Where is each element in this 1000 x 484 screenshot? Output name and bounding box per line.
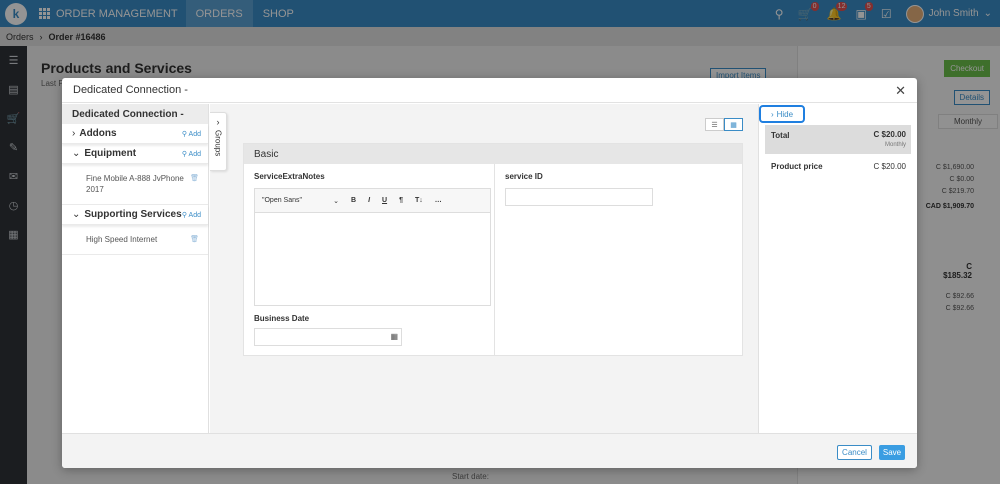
italic-icon[interactable]: I [368,197,370,204]
bold-icon[interactable]: B [351,197,356,204]
item-label: High Speed Internet [86,235,158,244]
cancel-button[interactable]: Cancel [837,445,872,460]
notes-label: ServiceExtraNotes [254,172,325,181]
group-label: Supporting Services [84,209,182,220]
right-column: service ID [495,164,743,355]
trash-icon[interactable]: 🗑 [190,173,199,184]
total-period: Monthly [884,142,906,148]
total-row: Total C $20.00 Monthly [765,125,911,154]
business-date-label: Business Date [254,314,310,323]
service-id-input[interactable] [505,188,653,206]
section-title: Basic [244,144,742,164]
chevron-down-icon: ⌄ [72,209,81,220]
total-label: Total [771,131,790,140]
view-toggle: ☰ ▦ [705,118,743,131]
item-label: Fine Mobile A-888 JvPhone 2017 [86,174,184,194]
groups-panel: Dedicated Connection - › Addons ⚲ Add ⌄ … [62,104,209,433]
font-size-icon[interactable]: ¶ [399,197,403,204]
list-item[interactable]: Fine Mobile A-888 JvPhone 2017 🗑 [62,164,208,195]
service-id-label: service ID [505,172,543,181]
product-price-label: Product price [771,162,823,171]
groups-panel-title: Dedicated Connection - [62,104,208,124]
add-addon-button[interactable]: ⚲ Add [182,130,201,138]
save-button[interactable]: Save [879,445,905,460]
business-date-input[interactable]: ▦ [254,328,402,346]
hide-summary-button[interactable]: › Hide [759,105,805,123]
chevron-down-icon: ⌄ [333,197,339,205]
list-item[interactable]: High Speed Internet 🗑 [62,225,208,245]
chevron-right-icon: › [216,117,220,127]
more-icon[interactable]: … [435,197,442,204]
add-label: Add [188,130,201,138]
grid-view-icon[interactable]: ▦ [724,118,743,131]
groups-toggle-tab[interactable]: › Groups [210,112,227,171]
trash-icon[interactable]: 🗑 [190,234,199,245]
modal-header: Dedicated Connection - ✕ [62,78,917,103]
price-summary-panel: › Hide Total C $20.00 Monthly Product pr… [758,104,917,433]
hide-label: Hide [776,109,794,119]
add-equipment-button[interactable]: ⚲ Add [182,150,201,158]
group-supporting-services[interactable]: ⌄ Supporting Services ⚲ Add [62,205,208,225]
chevron-right-icon: › [72,128,76,139]
notes-editor[interactable]: "Open Sans" ⌄ B I U ¶ T↓ … [254,188,491,306]
add-label: Add [188,211,201,219]
group-equipment[interactable]: ⌄ Equipment ⚲ Add [62,144,208,164]
font-family-value: "Open Sans" [262,196,302,204]
product-price-value: C $20.00 [873,162,906,171]
font-family-select[interactable]: "Open Sans" ⌄ [262,197,339,205]
form-area: ☰ ▦ Basic ServiceExtraNotes "Open Sans" … [210,104,758,433]
groups-tab-label: Groups [213,130,223,157]
left-column: ServiceExtraNotes "Open Sans" ⌄ B I U ¶ … [244,164,495,355]
group-label: Equipment [84,148,137,159]
group-label: Addons [79,128,117,139]
close-icon[interactable]: ✕ [895,83,906,99]
list-view-icon[interactable]: ☰ [705,118,724,131]
underline-icon[interactable]: U [382,197,387,204]
calendar-icon[interactable]: ▦ [390,332,398,341]
chevron-down-icon: ⌄ [72,148,81,159]
product-config-modal: Dedicated Connection - ✕ Dedicated Conne… [62,78,917,468]
editor-toolbar: "Open Sans" ⌄ B I U ¶ T↓ … [255,189,490,213]
add-service-button[interactable]: ⚲ Add [182,211,201,219]
chevron-right-icon: › [770,109,774,119]
modal-title: Dedicated Connection - [73,84,188,96]
total-value: C $20.00 [873,130,906,139]
add-label: Add [188,150,201,158]
basic-section: Basic ServiceExtraNotes "Open Sans" ⌄ B … [243,143,743,356]
modal-footer: Cancel Save [62,433,917,468]
group-addons[interactable]: › Addons ⚲ Add [62,124,208,144]
text-size-icon[interactable]: T↓ [415,197,423,204]
